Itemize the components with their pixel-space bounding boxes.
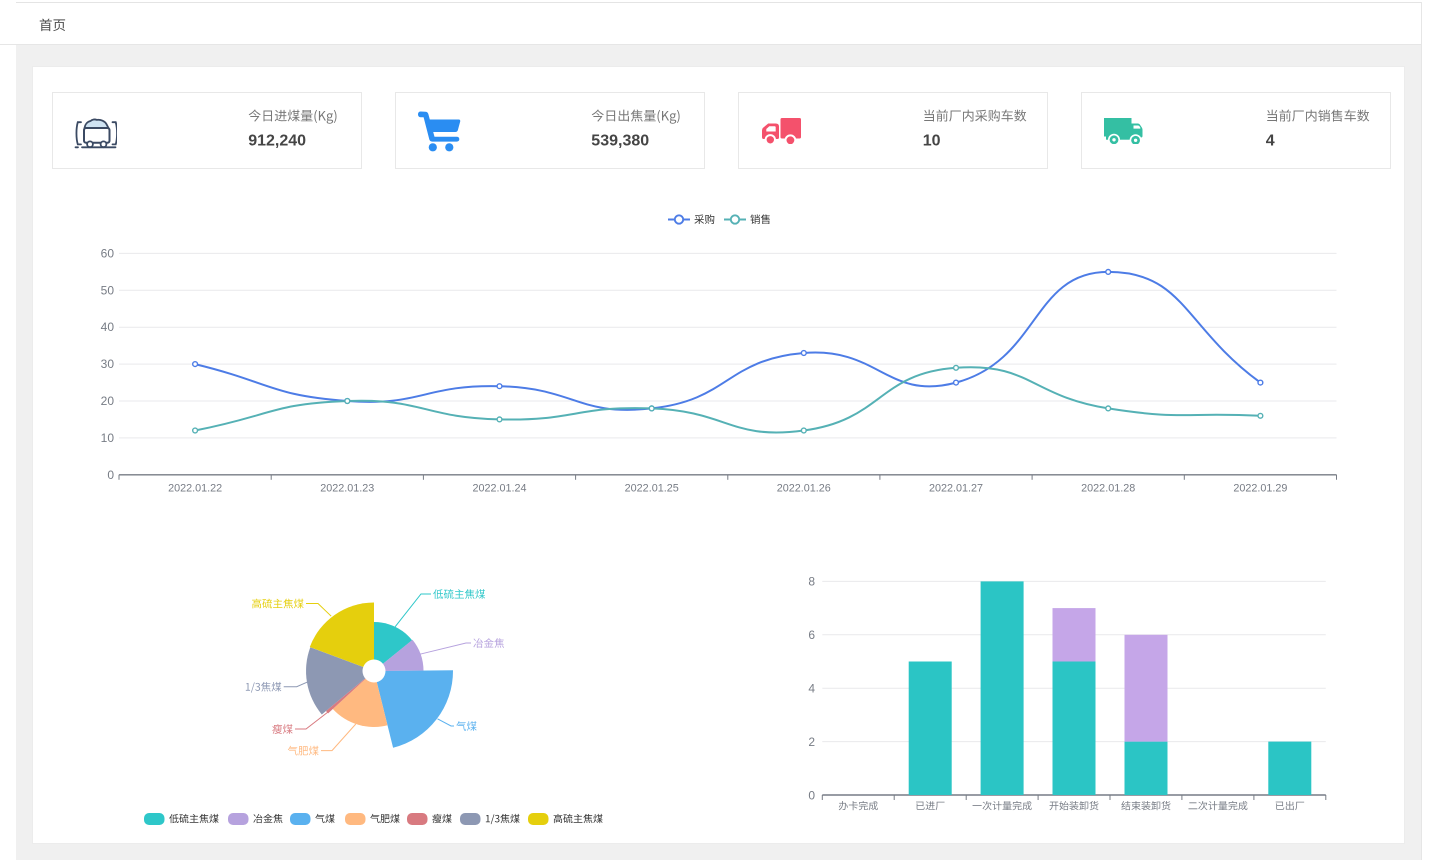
svg-text:60: 60 [101,246,115,260]
svg-text:2022.01.25: 2022.01.25 [625,483,679,495]
svg-text:20: 20 [101,394,115,408]
svg-text:8: 8 [808,575,815,589]
svg-text:2022.01.28: 2022.01.28 [1081,483,1135,495]
svg-text:912,240: 912,240 [248,133,306,150]
svg-text:2022.01.26: 2022.01.26 [777,483,831,495]
svg-text:2022.01.29: 2022.01.29 [1233,483,1287,495]
svg-text:0: 0 [808,788,815,802]
svg-text:30: 30 [101,357,115,371]
svg-text:0: 0 [107,468,114,482]
svg-text:2022.01.22: 2022.01.22 [168,483,222,495]
svg-text:6: 6 [808,628,815,642]
svg-text:539,380: 539,380 [591,133,649,150]
svg-text:10: 10 [923,133,941,150]
svg-text:10: 10 [101,431,115,445]
svg-text:50: 50 [101,283,115,297]
svg-text:40: 40 [101,320,115,334]
svg-text:2022.01.24: 2022.01.24 [472,483,526,495]
svg-text:4: 4 [808,682,815,696]
svg-text:2: 2 [808,735,815,749]
svg-text:4: 4 [1266,133,1275,150]
svg-text:2022.01.23: 2022.01.23 [320,483,374,495]
svg-text:2022.01.27: 2022.01.27 [929,483,983,495]
